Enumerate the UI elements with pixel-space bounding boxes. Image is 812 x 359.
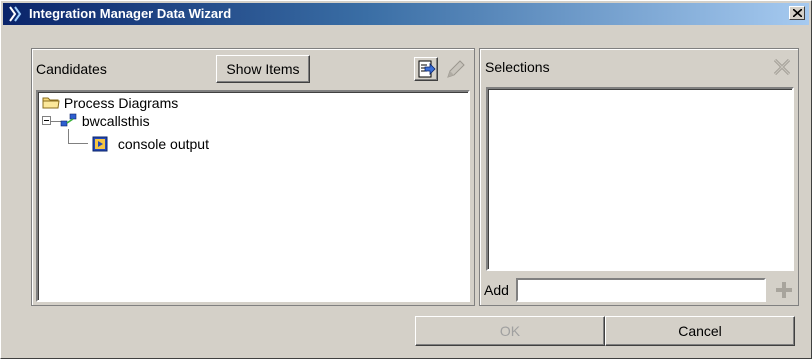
close-icon <box>793 9 802 17</box>
ok-button[interactable]: OK <box>415 316 605 346</box>
tree-item-process-diagrams[interactable]: Process Diagrams <box>42 95 178 111</box>
edit-button[interactable] <box>444 57 468 81</box>
remove-selection-button[interactable] <box>770 55 794 79</box>
plus-icon <box>776 282 792 298</box>
selections-label: Selections <box>485 59 550 75</box>
candidates-panel: Candidates Show Items Process Diagrams b… <box>31 48 475 306</box>
add-button[interactable] <box>772 278 796 302</box>
minus-icon <box>44 120 49 121</box>
candidates-label: Candidates <box>36 61 107 77</box>
selections-panel: Selections Add <box>479 48 799 306</box>
tree-item-label: console output <box>117 136 209 152</box>
app-logo-icon <box>7 5 25 23</box>
window-title: Integration Manager Data Wizard <box>29 6 232 21</box>
tree-item-console-output[interactable]: console output <box>92 136 209 152</box>
cancel-button[interactable]: Cancel <box>605 316 795 346</box>
activity-icon <box>92 136 108 152</box>
folder-icon <box>42 97 60 109</box>
process-diagram-icon <box>60 113 77 127</box>
tree-connector <box>68 129 69 143</box>
title-bar[interactable]: Integration Manager Data Wizard <box>3 3 809 25</box>
collapse-toggle[interactable] <box>42 116 51 125</box>
show-items-button[interactable]: Show Items <box>216 55 310 83</box>
move-right-icon <box>418 60 436 78</box>
tree-item-label: bwcallsthis <box>81 113 150 129</box>
tree-item-bwcallsthis[interactable]: bwcallsthis <box>60 112 150 129</box>
add-input[interactable] <box>516 278 766 302</box>
pencil-icon <box>447 60 465 78</box>
tree-item-label: Process Diagrams <box>63 95 179 111</box>
candidates-tree[interactable]: Process Diagrams bwcallsthis console out… <box>36 90 470 302</box>
move-to-selections-button[interactable] <box>414 57 438 81</box>
add-label: Add <box>484 282 509 298</box>
dialog-window: Integration Manager Data Wizard Candidat… <box>0 0 812 359</box>
close-button[interactable] <box>789 6 805 20</box>
selections-list[interactable] <box>486 87 794 271</box>
tree-connector <box>68 143 88 144</box>
delete-x-icon <box>773 58 791 76</box>
